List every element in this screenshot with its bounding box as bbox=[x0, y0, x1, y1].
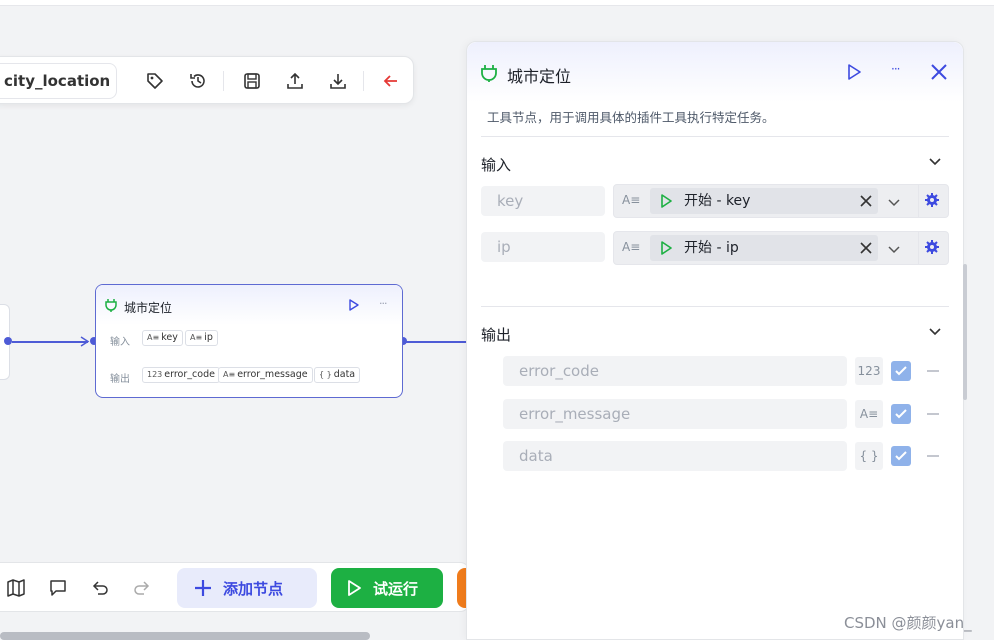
test-run-button[interactable]: 试运行 bbox=[331, 568, 443, 608]
output-checkbox[interactable] bbox=[891, 404, 911, 424]
plugin-icon bbox=[105, 299, 117, 312]
string-type-icon: A≡ bbox=[855, 400, 883, 428]
output-checkbox[interactable] bbox=[891, 361, 911, 381]
string-type-icon: A≡ bbox=[622, 240, 641, 254]
plugin-icon bbox=[481, 65, 497, 82]
output-param-name[interactable]: error_code bbox=[503, 356, 847, 386]
number-type-icon: 123 bbox=[855, 357, 883, 385]
node-config-panel: 城市定位 ··· 工具节点，用于调用具体的插件工具执行特定任务。 输入 key … bbox=[466, 41, 964, 640]
toolbar-divider bbox=[223, 71, 224, 91]
add-node-label: 添加节点 bbox=[223, 579, 284, 598]
workflow-toolbar: city_location bbox=[0, 56, 414, 104]
more-icon[interactable]: ··· bbox=[379, 297, 387, 310]
gear-icon[interactable] bbox=[924, 192, 940, 208]
divider bbox=[918, 232, 919, 264]
city-location-node[interactable]: 城市定位 ··· 输入 A≡ key A≡ ip 输出 123 error_code … bbox=[95, 284, 403, 398]
panel-scrollbar[interactable] bbox=[963, 264, 967, 400]
input-param-name: ip bbox=[481, 232, 605, 262]
output-param-name[interactable]: data bbox=[503, 441, 847, 471]
remove-icon[interactable] bbox=[927, 455, 939, 457]
divider bbox=[918, 185, 919, 217]
toolbar-divider bbox=[363, 71, 364, 91]
node-output-chip: 123 error_code bbox=[142, 367, 220, 383]
play-icon bbox=[348, 580, 361, 596]
connection-edge bbox=[406, 341, 466, 343]
close-icon[interactable] bbox=[929, 62, 949, 82]
output-param-name[interactable]: error_message bbox=[503, 399, 847, 429]
divider bbox=[481, 136, 949, 137]
input-section-title: 输入 bbox=[481, 156, 512, 174]
upload-icon[interactable] bbox=[283, 69, 307, 93]
node-title: 城市定位 bbox=[124, 301, 173, 315]
redo-icon[interactable] bbox=[131, 577, 153, 599]
save-icon[interactable] bbox=[240, 69, 264, 93]
input-value-selector[interactable]: A≡ 开始 - key bbox=[613, 184, 949, 218]
canvas-bottom-toolbar: 添加节点 试运行 bbox=[0, 562, 471, 612]
chevron-down-icon[interactable] bbox=[929, 156, 941, 166]
history-icon[interactable] bbox=[186, 69, 210, 93]
panel-description: 工具节点，用于调用具体的插件工具执行特定任务。 bbox=[487, 110, 775, 125]
clear-icon[interactable] bbox=[860, 195, 872, 207]
undo-icon[interactable] bbox=[89, 577, 111, 599]
connection-edge bbox=[12, 341, 88, 343]
node-input-chip: A≡ key bbox=[142, 330, 183, 346]
tag-icon[interactable] bbox=[143, 69, 167, 93]
chevron-down-icon[interactable] bbox=[888, 244, 900, 254]
variable-reference[interactable]: 开始 - key bbox=[650, 188, 878, 214]
node-output-label: 输出 bbox=[110, 374, 130, 385]
chevron-down-icon[interactable] bbox=[929, 326, 941, 336]
clear-icon[interactable] bbox=[860, 242, 872, 254]
panel-title: 城市定位 bbox=[507, 67, 572, 86]
play-icon[interactable] bbox=[847, 64, 861, 80]
back-arrow-icon[interactable] bbox=[379, 69, 403, 93]
watermark: CSDN @颜颜yan_ bbox=[844, 614, 972, 632]
previous-node-output-port[interactable] bbox=[4, 337, 12, 345]
node-input-label: 输入 bbox=[110, 337, 130, 348]
divider bbox=[481, 306, 949, 307]
node-input-chip: A≡ ip bbox=[185, 330, 218, 346]
gear-icon[interactable] bbox=[924, 239, 940, 255]
input-param-name: key bbox=[481, 186, 605, 216]
output-checkbox[interactable] bbox=[891, 446, 911, 466]
play-icon[interactable] bbox=[349, 299, 359, 311]
input-value-selector[interactable]: A≡ 开始 - ip bbox=[613, 231, 949, 265]
horizontal-scrollbar[interactable] bbox=[0, 632, 370, 640]
remove-icon[interactable] bbox=[927, 413, 939, 415]
object-type-icon: { } bbox=[855, 442, 883, 470]
output-section-title: 输出 bbox=[481, 326, 512, 344]
panel-header: 城市定位 ··· bbox=[467, 42, 963, 102]
chevron-down-icon[interactable] bbox=[888, 197, 900, 207]
variable-reference[interactable]: 开始 - ip bbox=[650, 235, 878, 261]
edge-arrow-icon bbox=[80, 336, 90, 347]
node-header: 城市定位 ··· bbox=[96, 285, 402, 325]
string-type-icon: A≡ bbox=[622, 193, 641, 207]
node-output-chip: { } data bbox=[314, 367, 361, 383]
download-icon[interactable] bbox=[326, 69, 350, 93]
comment-icon[interactable] bbox=[47, 577, 69, 599]
add-node-button[interactable]: 添加节点 bbox=[177, 568, 317, 608]
start-node-icon bbox=[661, 241, 672, 255]
map-icon[interactable] bbox=[5, 577, 27, 599]
more-icon[interactable]: ··· bbox=[891, 62, 901, 76]
remove-icon[interactable] bbox=[927, 370, 939, 372]
workflow-name[interactable]: city_location bbox=[0, 63, 117, 99]
test-run-label: 试运行 bbox=[373, 579, 419, 598]
plus-icon bbox=[195, 580, 211, 596]
start-node-icon bbox=[661, 194, 672, 208]
node-output-chip: A≡ error_message bbox=[218, 367, 313, 383]
